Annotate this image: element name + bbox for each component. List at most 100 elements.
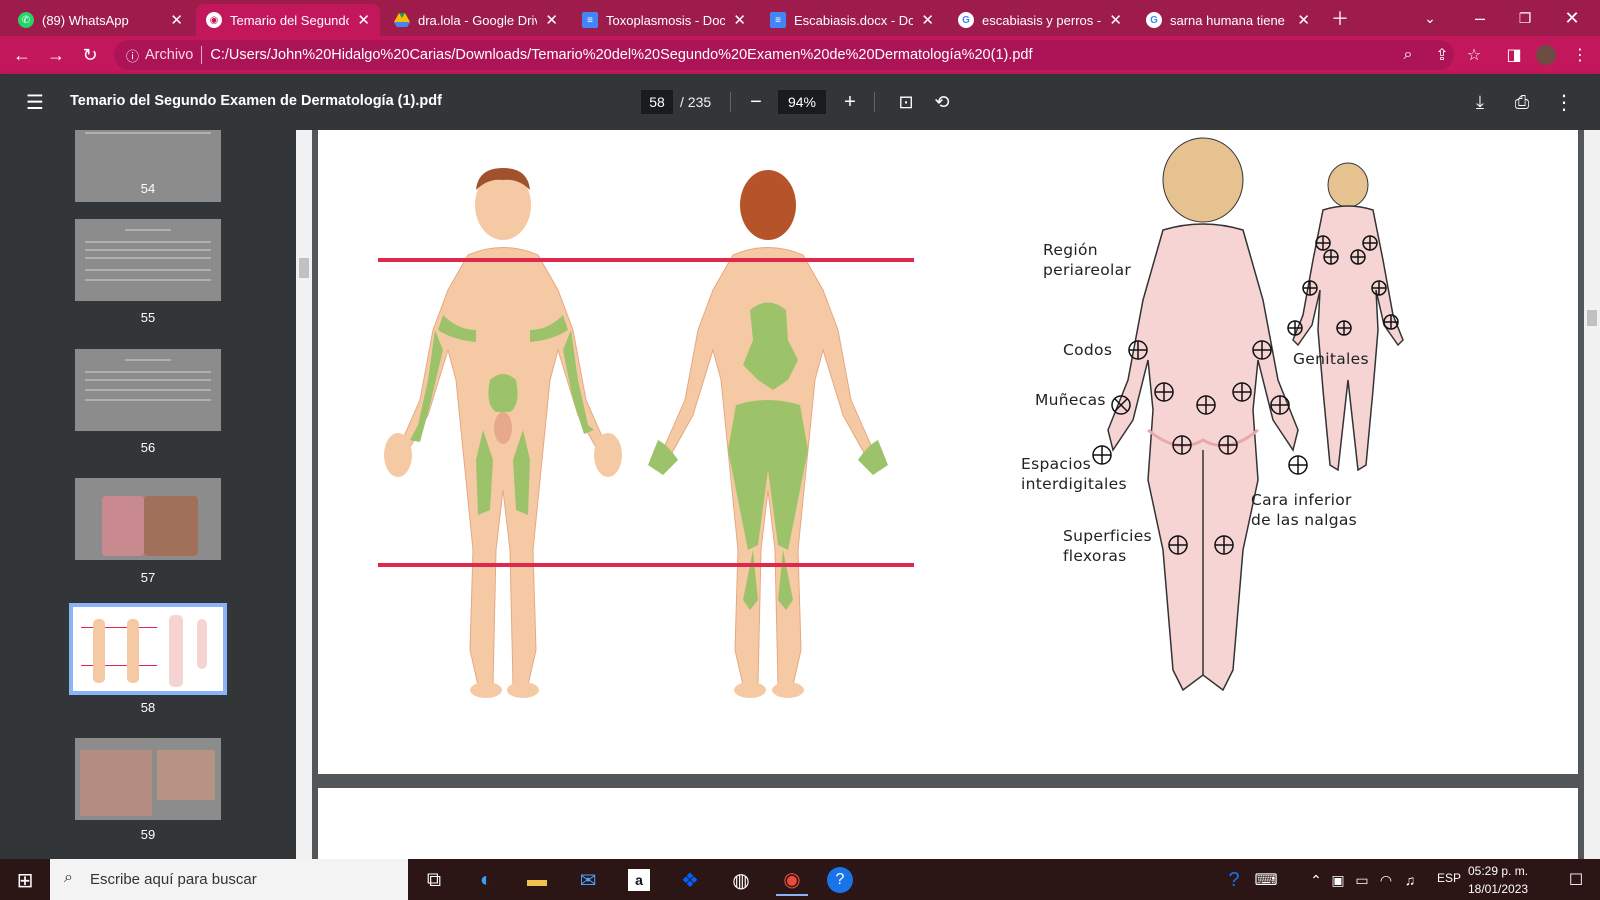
thumbnail-label: 56	[140, 440, 156, 455]
tab-google-drive[interactable]: dra.lola - Google Driv ✕	[384, 4, 568, 36]
taskbar-search-input[interactable]: ⌕ Escribe aquí para buscar	[50, 859, 408, 900]
document-title: Temario del Segundo Examen de Dermatolog…	[70, 93, 442, 109]
app-icon[interactable]: ◍	[725, 864, 757, 896]
avatar[interactable]	[1532, 42, 1560, 68]
google-docs-icon: ≡	[770, 12, 786, 28]
pdf-page-58: Región periareolar Codos Muñecas Espacio…	[318, 130, 1578, 774]
side-panel-icon[interactable]: ◨	[1500, 42, 1528, 68]
download-icon[interactable]: ⤓	[1466, 88, 1494, 116]
chrome-icon[interactable]: ◉	[776, 864, 808, 896]
label-espacios-interdigitales: Espacios interdigitales	[1021, 455, 1127, 493]
rotate-icon[interactable]: ⟲	[928, 88, 956, 116]
thumbnail-label: 57	[140, 570, 156, 585]
print-icon[interactable]: ⎙	[1508, 88, 1536, 116]
page-total: / 235	[680, 94, 712, 110]
edge-icon[interactable]: ◐	[470, 864, 502, 896]
divider	[201, 46, 203, 64]
label-genitales: Genitales	[1293, 350, 1369, 368]
thumbnail-page-58[interactable]	[69, 603, 227, 695]
main-scrollbar[interactable]	[1584, 130, 1600, 859]
close-window-button[interactable]: ✕	[1552, 0, 1592, 36]
google-docs-icon: ≡	[582, 12, 598, 28]
front-body-figure	[384, 168, 622, 698]
reload-button[interactable]: ↻	[76, 42, 104, 68]
clock[interactable]: 05:29 p. m. 18/01/2023	[1468, 862, 1528, 898]
close-icon[interactable]: ✕	[733, 11, 746, 29]
mail-icon[interactable]: ✉	[572, 864, 604, 896]
thumbnail-sidebar: 54 55 56 57 58 59	[0, 130, 296, 859]
fit-page-icon[interactable]: ⊡	[892, 88, 920, 116]
volume-icon[interactable]: ♫	[1394, 864, 1426, 896]
file-explorer-icon[interactable]: ▬	[521, 864, 553, 896]
help-tray-icon[interactable]: ?	[1218, 864, 1250, 896]
tab-title: Temario del Segundo	[230, 12, 350, 28]
pdf-page-59	[318, 788, 1578, 859]
menu-hamburger-icon[interactable]: ☰	[21, 88, 49, 116]
thumbnail-label: 55	[140, 310, 156, 325]
divider	[730, 92, 731, 112]
thumbnail-label: 58	[140, 700, 156, 715]
info-icon: ⓘ	[126, 48, 140, 64]
scabies-distribution-figure	[378, 137, 1404, 698]
sidebar-scrollbar[interactable]	[296, 130, 312, 859]
tab-google-search-sarna[interactable]: G sarna humana tiene q ✕	[1136, 4, 1320, 36]
label-codos: Codos	[1063, 341, 1113, 359]
label-munecas: Muñecas	[1035, 391, 1106, 409]
tab-pdf-temario[interactable]: ◉ Temario del Segundo ✕	[196, 4, 380, 36]
minimize-button[interactable]: –	[1460, 0, 1500, 36]
dropbox-icon[interactable]: ❖	[674, 864, 706, 896]
tab-google-search-perros[interactable]: G escabiasis y perros - E ✕	[948, 4, 1132, 36]
close-icon[interactable]: ✕	[1109, 11, 1122, 29]
url-text: C:/Users/John%20Hidalgo%20Carias/Downloa…	[210, 47, 1033, 63]
close-icon[interactable]: ✕	[545, 11, 558, 29]
search-icon: ⌕	[64, 869, 73, 886]
zoom-out-button[interactable]: −	[742, 88, 770, 116]
windows-start-icon[interactable]: ⊞	[9, 864, 41, 896]
thumbnail-page-56[interactable]	[75, 349, 221, 431]
address-bar[interactable]: ⓘ Archivo C:/Users/John%20Hidalgo%20Cari…	[114, 40, 1454, 70]
label-cara-inferior-nalgas: Cara inferior de las nalgas	[1251, 491, 1358, 529]
new-tab-button[interactable]: ＋	[1320, 0, 1360, 36]
tab-title: Escabiasis.docx - Doc	[794, 12, 914, 28]
bookmark-star-icon[interactable]: ☆	[1460, 42, 1488, 68]
thumbnail-page-57[interactable]	[75, 478, 221, 560]
zoom-in-button[interactable]: +	[836, 88, 864, 116]
google-drive-icon	[394, 12, 410, 28]
search-placeholder: Escribe aquí para buscar	[90, 871, 257, 888]
tab-search-chevron-icon[interactable]: ⌄	[1410, 0, 1450, 36]
thumbnail-label: 54	[140, 181, 156, 196]
close-icon[interactable]: ✕	[170, 11, 183, 29]
menu-kebab-icon[interactable]: ⋮	[1566, 42, 1594, 68]
scheme-label: Archivo	[145, 47, 194, 63]
tab-whatsapp[interactable]: ✆ (89) WhatsApp ✕	[8, 4, 193, 36]
restore-button[interactable]: ❐	[1505, 0, 1545, 36]
windows-taskbar: ⊞ ⌕ Escribe aquí para buscar ⧉ ◐ ▬ ✉ a ❖…	[0, 859, 1600, 900]
more-options-icon[interactable]: ⋮	[1550, 88, 1578, 116]
amazon-icon[interactable]: a	[628, 869, 650, 891]
task-view-icon[interactable]: ⧉	[418, 864, 450, 896]
thumbnail-page-59[interactable]	[75, 738, 221, 820]
close-icon[interactable]: ✕	[921, 11, 934, 29]
notification-icon[interactable]: ☐	[1560, 864, 1592, 896]
tab-google-docs-escabiasis[interactable]: ≡ Escabiasis.docx - Doc ✕	[760, 4, 944, 36]
forward-button[interactable]: →	[42, 42, 70, 68]
keyboard-icon[interactable]: ⌨	[1250, 864, 1282, 896]
google-icon: G	[1146, 12, 1162, 28]
zoom-lens-icon[interactable]: ⌕	[1394, 42, 1422, 68]
pdf-viewer: Región periareolar Codos Muñecas Espacio…	[312, 130, 1584, 859]
tab-title: (89) WhatsApp	[42, 12, 129, 28]
thumbnail-label: 59	[140, 827, 156, 842]
close-icon[interactable]: ✕	[357, 11, 370, 29]
tab-google-docs-toxoplasmosis[interactable]: ≡ Toxoplasmosis - Docu ✕	[572, 4, 756, 36]
zoom-input[interactable]: 94%	[778, 90, 826, 114]
language-indicator[interactable]: ESP	[1437, 871, 1461, 885]
label-region-periareolar: Región periareolar	[1043, 241, 1132, 279]
help-icon[interactable]: ?	[827, 867, 853, 893]
close-icon[interactable]: ✕	[1297, 11, 1310, 29]
page-number-input[interactable]: 58	[641, 90, 673, 114]
share-icon[interactable]: ⇪	[1428, 42, 1456, 68]
divider	[874, 92, 875, 112]
back-button[interactable]: ←	[8, 42, 36, 68]
pdf-toolbar: ☰ Temario del Segundo Examen de Dermatol…	[0, 74, 1600, 130]
thumbnail-page-55[interactable]	[75, 219, 221, 301]
